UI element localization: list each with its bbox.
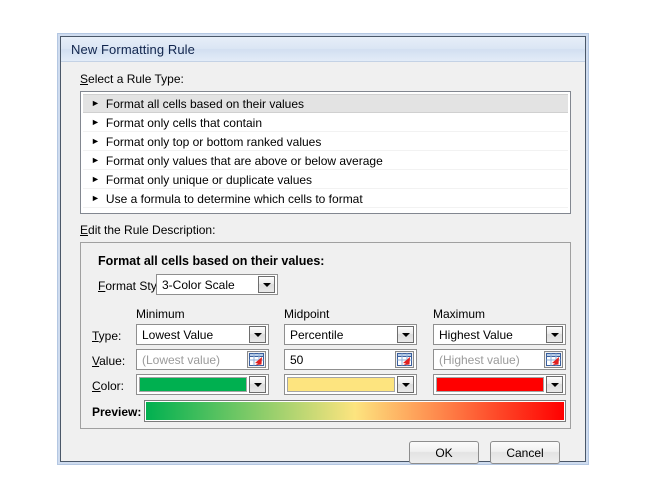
color-swatch-minimum [139, 377, 247, 392]
rule-description-heading: Format all cells based on their values: [98, 254, 325, 268]
value-text-midpoint: 50 [290, 352, 304, 367]
chevron-down-icon[interactable] [397, 326, 414, 343]
color-picker-midpoint[interactable] [284, 374, 417, 395]
triangle-right-icon: ► [91, 98, 100, 108]
triangle-right-icon: ► [91, 174, 100, 184]
value-input-maximum[interactable]: (Highest value) [433, 349, 566, 370]
rule-type-item-top-bottom-ranked[interactable]: ► Format only top or bottom ranked value… [83, 132, 568, 151]
chevron-down-icon[interactable] [258, 276, 275, 293]
rule-type-item-use-formula[interactable]: ► Use a formula to determine which cells… [83, 189, 568, 208]
column-header-minimum: Minimum [136, 307, 185, 321]
chevron-down-icon[interactable] [546, 326, 563, 343]
dialog-title: New Formatting Rule [71, 41, 195, 57]
chevron-down-icon[interactable] [397, 376, 414, 393]
chevron-down-icon[interactable] [249, 326, 266, 343]
chevron-down-icon[interactable] [249, 376, 266, 393]
rule-type-label: Format all cells based on their values [105, 96, 305, 111]
rule-type-item-above-below-average[interactable]: ► Format only values that are above or b… [83, 151, 568, 170]
type-value-maximum: Highest Value [439, 327, 513, 342]
value-input-minimum[interactable]: (Lowest value) [136, 349, 269, 370]
chevron-down-icon[interactable] [546, 376, 563, 393]
preview-row-label: Preview: [92, 405, 142, 419]
format-style-dropdown[interactable]: 3-Color Scale [156, 274, 278, 295]
triangle-right-icon: ► [91, 155, 100, 165]
color-scale-preview [146, 402, 564, 420]
column-header-midpoint: Midpoint [284, 307, 330, 321]
type-row-label: Type: [92, 329, 122, 343]
triangle-right-icon: ► [91, 136, 100, 146]
type-dropdown-minimum[interactable]: Lowest Value [136, 324, 269, 345]
rule-type-label: Format only top or bottom ranked values [105, 134, 322, 149]
rule-type-item-unique-duplicate[interactable]: ► Format only unique or duplicate values [83, 170, 568, 189]
preview-box [144, 400, 566, 422]
color-row-label: Color: [92, 379, 125, 393]
triangle-right-icon: ► [91, 117, 100, 127]
value-text-maximum: (Highest value) [439, 352, 520, 367]
type-value-minimum: Lowest Value [142, 327, 214, 342]
rule-type-list[interactable]: ► Format all cells based on their values… [80, 91, 571, 214]
range-selector-icon[interactable] [544, 351, 563, 368]
value-input-midpoint[interactable]: 50 [284, 349, 417, 370]
triangle-right-icon: ► [91, 193, 100, 203]
range-selector-icon[interactable] [247, 351, 266, 368]
cancel-button[interactable]: Cancel [490, 441, 560, 464]
rule-type-label: Format only cells that contain [105, 115, 262, 130]
dialog-body: Select a Rule Type: ► Format all cells b… [61, 62, 585, 464]
column-header-maximum: Maximum [433, 307, 486, 321]
rule-description-group: Format all cells based on their values: … [80, 242, 571, 429]
ok-button[interactable]: OK [409, 441, 479, 464]
rule-type-label: Format only values that are above or bel… [105, 153, 383, 168]
color-swatch-midpoint [287, 377, 395, 392]
edit-rule-description-label: Edit the Rule Description: [80, 223, 216, 237]
value-text-minimum: (Lowest value) [142, 352, 221, 367]
rule-type-label: Format only unique or duplicate values [105, 172, 313, 187]
rule-type-item-cells-that-contain[interactable]: ► Format only cells that contain [83, 113, 568, 132]
select-rule-type-label: Select a Rule Type: [80, 72, 184, 86]
dialog-frame: New Formatting Rule Select a Rule Type: … [60, 36, 586, 464]
color-picker-minimum[interactable] [136, 374, 269, 395]
value-row-label: Value: [92, 354, 126, 368]
format-style-value: 3-Color Scale [162, 277, 235, 292]
new-formatting-rule-dialog: New Formatting Rule Select a Rule Type: … [57, 33, 589, 465]
color-picker-maximum[interactable] [433, 374, 566, 395]
range-selector-icon[interactable] [395, 351, 414, 368]
rule-type-label: Use a formula to determine which cells t… [105, 191, 363, 206]
dialog-titlebar: New Formatting Rule [61, 37, 585, 62]
type-value-midpoint: Percentile [290, 327, 344, 342]
type-dropdown-maximum[interactable]: Highest Value [433, 324, 566, 345]
rule-type-item-format-all-cells[interactable]: ► Format all cells based on their values [83, 94, 568, 113]
color-swatch-maximum [436, 377, 544, 392]
type-dropdown-midpoint[interactable]: Percentile [284, 324, 417, 345]
